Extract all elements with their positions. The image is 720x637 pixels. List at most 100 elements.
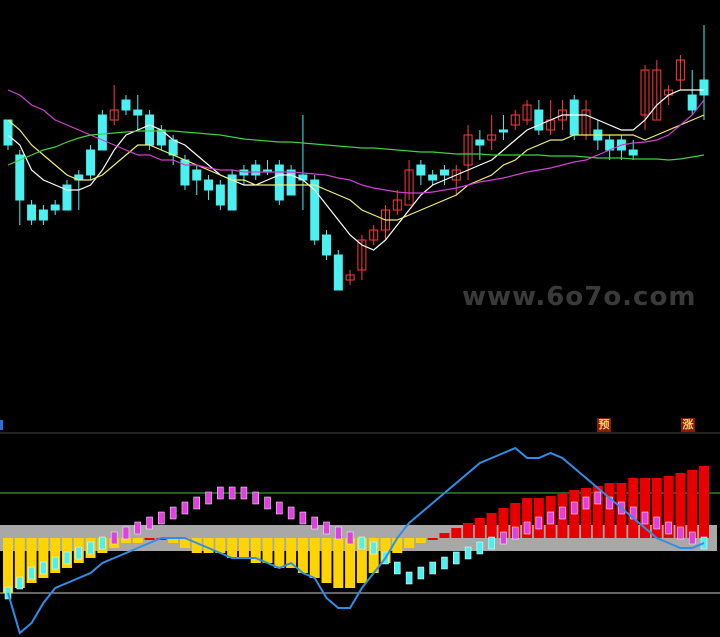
- marker-bar: [641, 511, 649, 525]
- watermark-text: www.6o7o.com: [462, 282, 697, 312]
- histogram-bar: [227, 538, 238, 558]
- candle-body: [38, 209, 48, 221]
- marker-bar: [594, 491, 602, 505]
- marker-bar: [51, 556, 59, 570]
- histogram-bar: [474, 518, 485, 538]
- marker-bar: [570, 501, 578, 515]
- histogram-bar: [687, 470, 698, 538]
- marker-bar: [582, 496, 590, 510]
- histogram-bar: [297, 538, 308, 573]
- marker-bar: [99, 536, 106, 550]
- candle-body: [133, 109, 143, 116]
- candle-body: [322, 234, 332, 256]
- histogram-bar: [144, 538, 155, 540]
- marker-bar: [276, 501, 283, 515]
- marker-bar: [677, 526, 684, 540]
- marker-bar: [323, 521, 330, 535]
- histogram-bar: [262, 538, 273, 563]
- candle-body: [50, 204, 60, 211]
- marker-bar: [464, 546, 472, 560]
- marker-bar: [134, 521, 142, 535]
- marker-bar: [110, 531, 118, 545]
- marker-bar: [287, 506, 295, 520]
- marker-bar: [228, 486, 236, 500]
- candle-body: [204, 179, 214, 191]
- marker-bar: [476, 541, 484, 555]
- candle-body: [699, 79, 709, 96]
- candle-body: [628, 149, 638, 156]
- marker-bar: [75, 546, 83, 560]
- histogram-bar: [439, 533, 450, 538]
- marker-bar: [193, 496, 200, 510]
- histogram-bar: [699, 466, 709, 538]
- oscillator-panel: [0, 446, 720, 635]
- marker-bar: [240, 486, 248, 500]
- histogram-bar: [451, 528, 462, 538]
- candle-body: [192, 169, 202, 181]
- marker-bar: [181, 501, 189, 515]
- histogram-bar: [463, 523, 474, 538]
- marker-bar: [417, 566, 425, 580]
- candle-body: [3, 119, 13, 146]
- moving-average-lines: [7, 89, 705, 251]
- histogram-bar: [309, 538, 320, 578]
- marker-bar: [122, 526, 130, 540]
- stock-chart: [0, 25, 720, 635]
- price-panel: [3, 25, 709, 291]
- marker-bar: [16, 576, 24, 590]
- histogram-bar: [581, 488, 592, 538]
- moving-average-line: [7, 89, 705, 194]
- marker-bar: [653, 516, 661, 530]
- marker-bar: [40, 561, 47, 575]
- candle-body: [86, 149, 96, 176]
- histogram-bar: [333, 538, 344, 588]
- histogram-bar: [321, 538, 332, 583]
- marker-bar: [405, 571, 413, 585]
- marker-bar: [523, 521, 531, 535]
- candle-body: [286, 169, 296, 196]
- candle-body: [534, 109, 544, 131]
- candle-body: [428, 174, 438, 181]
- marker-bar: [394, 561, 401, 575]
- marker-bar: [63, 551, 71, 565]
- marker-bar: [311, 516, 318, 530]
- candle-body: [215, 184, 225, 206]
- marker-bar: [335, 526, 342, 540]
- marker-bar: [217, 486, 224, 500]
- histogram-bar: [238, 538, 249, 558]
- histogram-bar: [3, 538, 13, 593]
- candle-body: [145, 114, 155, 146]
- marker-bar: [429, 561, 436, 575]
- marker-bar: [252, 491, 259, 505]
- histogram-bar: [274, 538, 285, 568]
- candle-body: [310, 179, 320, 241]
- histogram-bar: [345, 538, 356, 588]
- histogram-bar: [427, 538, 438, 540]
- marker-bar: [688, 531, 696, 545]
- candle-body: [97, 114, 107, 151]
- predict-badge: 预: [597, 418, 611, 432]
- moving-average-line: [7, 89, 704, 251]
- candle-body: [27, 204, 37, 221]
- candle-body: [439, 169, 449, 176]
- candle-body: [687, 94, 697, 111]
- histogram-bar: [604, 483, 615, 538]
- marker-bar: [205, 491, 212, 505]
- marker-bar: [370, 541, 377, 555]
- candle-body: [416, 164, 426, 176]
- marker-bar: [169, 506, 177, 520]
- histogram-bar: [415, 538, 426, 543]
- marker-bar: [500, 531, 507, 545]
- marker-bar: [346, 531, 354, 545]
- candle-body: [274, 164, 284, 201]
- candle-body: [251, 164, 261, 176]
- marker-bar: [28, 566, 35, 580]
- marker-bar: [87, 541, 94, 555]
- marker-bar: [158, 511, 165, 525]
- candle-body: [121, 99, 131, 111]
- marker-bar: [488, 536, 495, 550]
- marker-bar: [512, 526, 519, 540]
- marker-bar: [358, 536, 366, 550]
- histogram-bar: [404, 538, 415, 548]
- marker-bar: [547, 511, 554, 525]
